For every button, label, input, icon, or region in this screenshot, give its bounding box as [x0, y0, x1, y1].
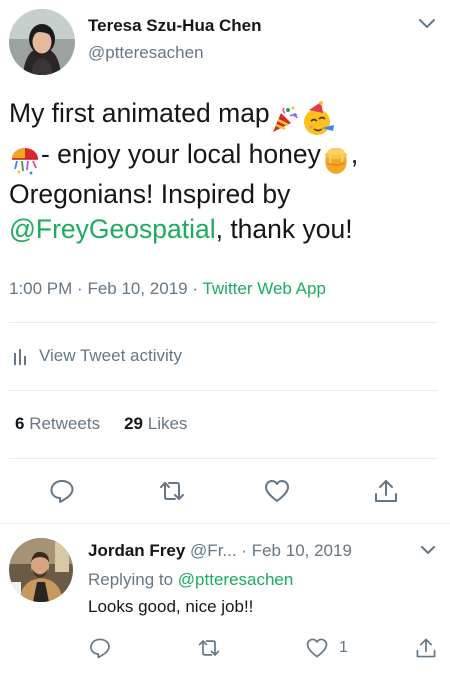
- author-handle[interactable]: @ptteresachen: [88, 43, 204, 63]
- tweet-stats: 6 Retweets 29 Likes: [15, 414, 187, 434]
- reply-author-name[interactable]: Jordan Frey: [88, 541, 185, 560]
- tweet-time[interactable]: 1:00 PM: [9, 279, 72, 298]
- avatar[interactable]: [9, 9, 75, 75]
- source-app-link[interactable]: Twitter Web App: [202, 279, 325, 298]
- meta-separator: ·: [77, 279, 88, 298]
- chevron-down-icon[interactable]: [420, 545, 436, 556]
- reply-text: Looks good, nice job!!: [88, 597, 254, 616]
- tweet-actions: [0, 473, 450, 509]
- mention-link[interactable]: @FreyGeospatial: [9, 214, 216, 244]
- main-tweet: Teresa Szu-Hua Chen @ptteresachen My fir…: [0, 0, 450, 523]
- reply-retweet-button[interactable]: [197, 635, 221, 661]
- author-name[interactable]: Teresa Szu-Hua Chen: [88, 16, 262, 36]
- retweets-stat[interactable]: 6 Retweets: [15, 414, 100, 433]
- reply-date[interactable]: Feb 10, 2019: [252, 541, 352, 560]
- tweet-text-part: - enjoy your local honey: [41, 139, 321, 169]
- tweet-date[interactable]: Feb 10, 2019: [87, 279, 187, 298]
- tweet-text-part: , thank you!: [215, 214, 353, 244]
- reply-actions: 1: [88, 635, 443, 663]
- reply-icon: [90, 638, 110, 659]
- share-icon: [416, 638, 436, 658]
- heart-icon[interactable]: [263, 477, 291, 505]
- meta-separator: ·: [192, 279, 203, 298]
- likes-count: 29: [124, 414, 143, 433]
- replying-to: Replying to @ptteresachen: [88, 570, 293, 590]
- likes-label: Likes: [147, 414, 188, 433]
- view-tweet-activity-link[interactable]: View Tweet activity: [13, 346, 182, 366]
- reply-icon[interactable]: [48, 477, 76, 505]
- retweet-icon: [198, 640, 220, 656]
- reply-like-button[interactable]: 1: [305, 635, 348, 661]
- reply-share-button[interactable]: [414, 635, 438, 661]
- replying-to-handle[interactable]: @ptteresachen: [178, 570, 294, 589]
- avatar[interactable]: [9, 538, 73, 602]
- reply-header: Jordan Frey @Fr... · Feb 10, 2019: [88, 541, 352, 561]
- confetti-ball-emoji: [12, 148, 38, 175]
- partying-face-emoji: [303, 101, 334, 135]
- divider: [9, 322, 438, 323]
- divider: [9, 458, 438, 459]
- retweet-icon[interactable]: [158, 477, 186, 505]
- reply-tweet[interactable]: Jordan Frey @Fr... · Feb 10, 2019 Replyi…: [0, 523, 450, 690]
- retweets-label: Retweets: [29, 414, 101, 433]
- reply-author-handle[interactable]: @Fr...: [190, 541, 237, 560]
- party-popper-emoji: [272, 106, 298, 132]
- bar-chart-icon: [14, 349, 26, 365]
- divider: [9, 390, 438, 391]
- honey-pot-emoji: [324, 147, 347, 174]
- retweets-count: 6: [15, 414, 25, 433]
- share-icon[interactable]: [372, 477, 400, 505]
- tweet-meta: 1:00 PM · Feb 10, 2019 · Twitter Web App: [9, 279, 326, 299]
- heart-icon: [306, 638, 328, 658]
- likes-stat[interactable]: 29 Likes: [124, 414, 187, 433]
- chevron-down-icon[interactable]: [418, 18, 436, 30]
- reply-reply-button[interactable]: [88, 635, 112, 661]
- tweet-text-part: My first animated map: [9, 98, 270, 128]
- meta-separator: ·: [241, 541, 252, 560]
- tweet-text: My first animated map - enjoy your local…: [9, 96, 439, 248]
- reply-like-count: 1: [339, 639, 348, 656]
- activity-label: View Tweet activity: [39, 346, 182, 365]
- replying-to-label: Replying to: [88, 570, 174, 589]
